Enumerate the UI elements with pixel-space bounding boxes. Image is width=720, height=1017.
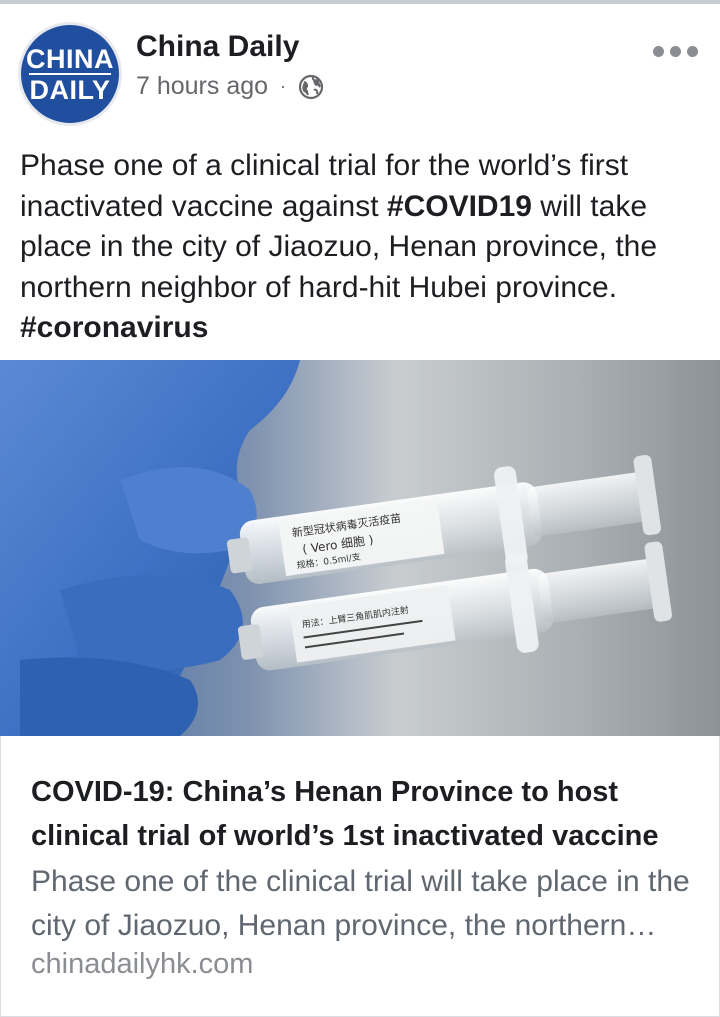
hashtag-covid19[interactable]: #COVID19: [387, 190, 532, 223]
post-meta: 7 hours ago ·: [136, 72, 324, 101]
link-description: Phase one of the clinical trial will tak…: [31, 865, 690, 942]
post-photo[interactable]: 新型冠状病毒灭活疫苗 ( Vero 细胞 ) 规格：0.5ml/支 用法：上臂三…: [0, 360, 720, 736]
hashtag-coronavirus[interactable]: #coronavirus: [20, 311, 208, 344]
link-preview-card[interactable]: COVID-19: China’s Henan Province to host…: [0, 736, 720, 1017]
avatar[interactable]: CHINA DAILY: [18, 22, 122, 126]
globe-icon: [298, 74, 324, 99]
post-text: Phase one of a clinical trial for the wo…: [20, 146, 706, 349]
link-domain: chinadailyhk.com: [31, 948, 254, 980]
more-options-icon[interactable]: [653, 46, 698, 57]
meta-separator: ·: [280, 76, 287, 96]
link-title[interactable]: COVID-19: China’s Henan Province to host…: [31, 770, 697, 858]
avatar-line2: DAILY: [29, 72, 111, 105]
post-header: CHINA DAILY China Daily 7 hours ago ·: [0, 4, 720, 134]
timestamp[interactable]: 7 hours ago: [136, 72, 268, 101]
avatar-line1: CHINA: [26, 43, 114, 74]
vaccine-syringe-illustration: 新型冠状病毒灭活疫苗 ( Vero 细胞 ) 规格：0.5ml/支 用法：上臂三…: [0, 360, 720, 736]
page-name[interactable]: China Daily: [136, 30, 299, 64]
